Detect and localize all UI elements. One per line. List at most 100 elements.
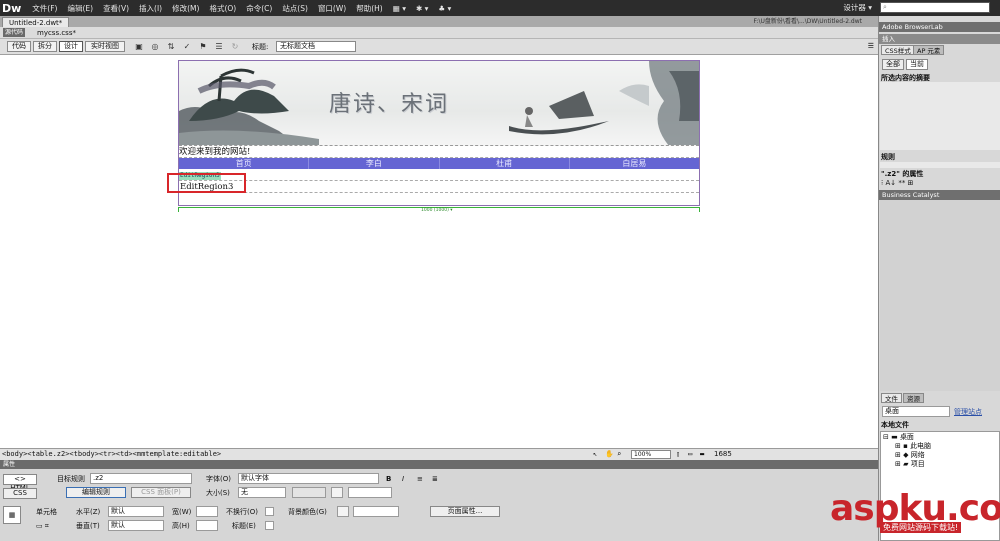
document-title-input[interactable]: 无标题文档 bbox=[276, 41, 356, 52]
summary-area bbox=[880, 82, 1000, 150]
h-align-label: 水平(Z) bbox=[76, 508, 101, 516]
local-files-label: 本地文件 bbox=[881, 421, 909, 429]
editable-region-content[interactable]: EditRegion3 bbox=[179, 180, 699, 193]
welcome-text[interactable]: 欢迎来到我的网站! bbox=[179, 147, 699, 158]
browserlab-panel[interactable]: Adobe BrowserLab bbox=[879, 22, 1000, 32]
menu-help[interactable]: 帮助(H) bbox=[351, 3, 388, 14]
current-button[interactable]: 当前 bbox=[906, 59, 928, 70]
panel-toolbar-icons[interactable]: ⁝ A↓ ** ⊞ bbox=[881, 179, 913, 187]
italic-button[interactable]: I bbox=[402, 474, 404, 484]
all-button[interactable]: 全部 bbox=[882, 59, 904, 70]
w3c-validation-icon[interactable]: ✓ bbox=[182, 42, 192, 52]
document-tab[interactable]: Untitled-2.dwt* bbox=[2, 17, 70, 27]
tab-css-styles[interactable]: CSS样式 bbox=[881, 45, 915, 55]
h-align-select[interactable]: 默认 bbox=[108, 506, 164, 517]
align-justify-icon[interactable]: ≣ bbox=[432, 474, 438, 484]
insert-panel[interactable]: 插入 bbox=[879, 34, 1000, 44]
nav-libai[interactable]: 李白 bbox=[309, 158, 440, 169]
menu-edit[interactable]: 编辑(E) bbox=[62, 3, 98, 14]
menu-format[interactable]: 格式(O) bbox=[204, 3, 241, 14]
menu-file[interactable]: 文件(F) bbox=[27, 3, 62, 14]
tablet-size-icon[interactable]: ▭ bbox=[688, 449, 692, 460]
code-view-button[interactable]: 代码 bbox=[7, 41, 31, 52]
tree-item-this-pc[interactable]: ⊞ ▪ 此电脑 bbox=[895, 442, 931, 451]
size-select[interactable]: 无 bbox=[238, 487, 286, 498]
target-rule-label: 目标规则 bbox=[57, 475, 85, 483]
desktop-size-icon[interactable]: ▬ bbox=[700, 449, 704, 460]
visual-aids-icon[interactable]: ☰ bbox=[214, 42, 224, 52]
font-label: 字体(O) bbox=[206, 475, 231, 483]
window-size-readout[interactable]: 1685 bbox=[714, 449, 732, 460]
empty-panel-area bbox=[880, 200, 1000, 391]
app-logo: Dw bbox=[2, 1, 22, 15]
font-select[interactable]: 默认字体 bbox=[238, 473, 379, 484]
bg-color-swatch[interactable] bbox=[337, 506, 349, 517]
menu-commands[interactable]: 命令(C) bbox=[241, 3, 277, 14]
edit-rule-button[interactable]: 编辑规则 bbox=[66, 487, 126, 498]
width-input[interactable] bbox=[196, 506, 218, 517]
refresh-icon[interactable]: ↻ bbox=[230, 42, 240, 52]
bold-button[interactable]: B bbox=[386, 474, 391, 484]
live-view-button[interactable]: 实时视图 bbox=[85, 41, 125, 52]
file-management-icon[interactable]: ⇅ bbox=[166, 42, 176, 52]
nav-dufu[interactable]: 杜甫 bbox=[440, 158, 570, 169]
html-mode-button[interactable]: <> HTML bbox=[3, 474, 37, 492]
css-panel-button[interactable]: CSS 面板(P) bbox=[131, 487, 191, 498]
mobile-size-icon[interactable]: ▯ bbox=[676, 449, 680, 460]
split-view-button[interactable]: 拆分 bbox=[33, 41, 57, 52]
tab-files[interactable]: 文件 bbox=[881, 393, 902, 403]
menu-insert[interactable]: 插入(I) bbox=[134, 3, 167, 14]
text-color-input[interactable] bbox=[348, 487, 392, 498]
title-label: 标题: bbox=[252, 43, 269, 51]
select-tool-icon[interactable]: ↖ bbox=[593, 449, 597, 460]
menu-site[interactable]: 站点(S) bbox=[277, 3, 313, 14]
site-select[interactable]: 桌面 bbox=[882, 406, 950, 417]
template-table[interactable]: 唐诗、宋词 欢迎来到我的网站! 首页 李白 杜甫 白居易 EditRegion3… bbox=[178, 60, 700, 206]
related-file-css[interactable]: mycss.css* bbox=[37, 28, 76, 38]
align-left-icon[interactable]: ≡ bbox=[417, 474, 423, 484]
tree-item-project[interactable]: ⊞ ▰ 项目 bbox=[895, 460, 925, 469]
menu-window[interactable]: 窗口(W) bbox=[313, 3, 351, 14]
merge-cells-icon[interactable]: ▭ ⌗ bbox=[36, 521, 49, 531]
rules-area bbox=[880, 162, 1000, 168]
properties-header[interactable]: 属性 bbox=[0, 460, 878, 469]
target-rule-select[interactable]: .z2 bbox=[90, 473, 192, 484]
hand-tool-icon[interactable]: ✋ bbox=[605, 449, 614, 460]
nav-home[interactable]: 首页 bbox=[179, 158, 310, 169]
tree-item-desktop[interactable]: ⊟ ▬ 桌面 bbox=[883, 433, 914, 442]
css-mode-button[interactable]: CSS bbox=[3, 488, 37, 499]
browser-check-icon[interactable]: ⚑ bbox=[198, 42, 208, 52]
design-view-button[interactable]: 设计 bbox=[59, 41, 83, 52]
height-input[interactable] bbox=[196, 520, 218, 531]
zoom-tool-icon[interactable]: ⌕ bbox=[617, 449, 621, 460]
text-color-swatch[interactable] bbox=[331, 487, 343, 498]
page-properties-button[interactable]: 页面属性... bbox=[430, 506, 500, 517]
tree-item-network[interactable]: ⊞ ◆ 网络 bbox=[895, 451, 925, 460]
menu-view[interactable]: 查看(V) bbox=[98, 3, 134, 14]
tab-ap-elements[interactable]: AP 元素 bbox=[913, 45, 945, 55]
table-width-label[interactable]: 1000 (1000) ▾ bbox=[420, 208, 454, 213]
extend-icon[interactable]: ♣ ▾ bbox=[433, 4, 456, 13]
nowrap-checkbox[interactable] bbox=[265, 507, 274, 516]
manage-sites-link[interactable]: 管理站点 bbox=[954, 407, 982, 417]
width-label: 宽(W) bbox=[172, 508, 192, 516]
tab-assets[interactable]: 资源 bbox=[903, 393, 924, 403]
tag-selector[interactable]: <body><table.z2><tbody><tr><td><mmtempla… bbox=[2, 449, 221, 460]
rule-properties-label: ".z2" 的属性 bbox=[881, 170, 924, 178]
design-canvas[interactable]: 唐诗、宋词 欢迎来到我的网站! 首页 李白 杜甫 白居易 EditRegion3… bbox=[0, 55, 878, 448]
panel-menu-icon[interactable]: ☰ bbox=[868, 42, 874, 50]
gear-icon[interactable]: ✱ ▾ bbox=[411, 4, 433, 13]
preview-icon[interactable]: ◎ bbox=[150, 42, 160, 52]
multiscreen-icon[interactable]: ▣ bbox=[134, 42, 144, 52]
nav-baijuyi[interactable]: 白居易 bbox=[570, 158, 699, 169]
menu-modify[interactable]: 修改(M) bbox=[167, 3, 204, 14]
zoom-select[interactable]: 100% bbox=[631, 450, 671, 459]
header-checkbox[interactable] bbox=[265, 521, 274, 530]
v-align-select[interactable]: 默认 bbox=[108, 520, 164, 531]
layout-icon[interactable]: ▦ ▾ bbox=[388, 4, 411, 13]
bg-color-input[interactable] bbox=[353, 506, 399, 517]
search-input[interactable]: ⌕ bbox=[880, 2, 990, 13]
workspace-switcher[interactable]: 设计器 ▾ bbox=[843, 2, 872, 13]
source-code-button[interactable]: 源代码 bbox=[3, 28, 26, 37]
business-catalyst-panel[interactable]: Business Catalyst bbox=[879, 190, 1000, 200]
